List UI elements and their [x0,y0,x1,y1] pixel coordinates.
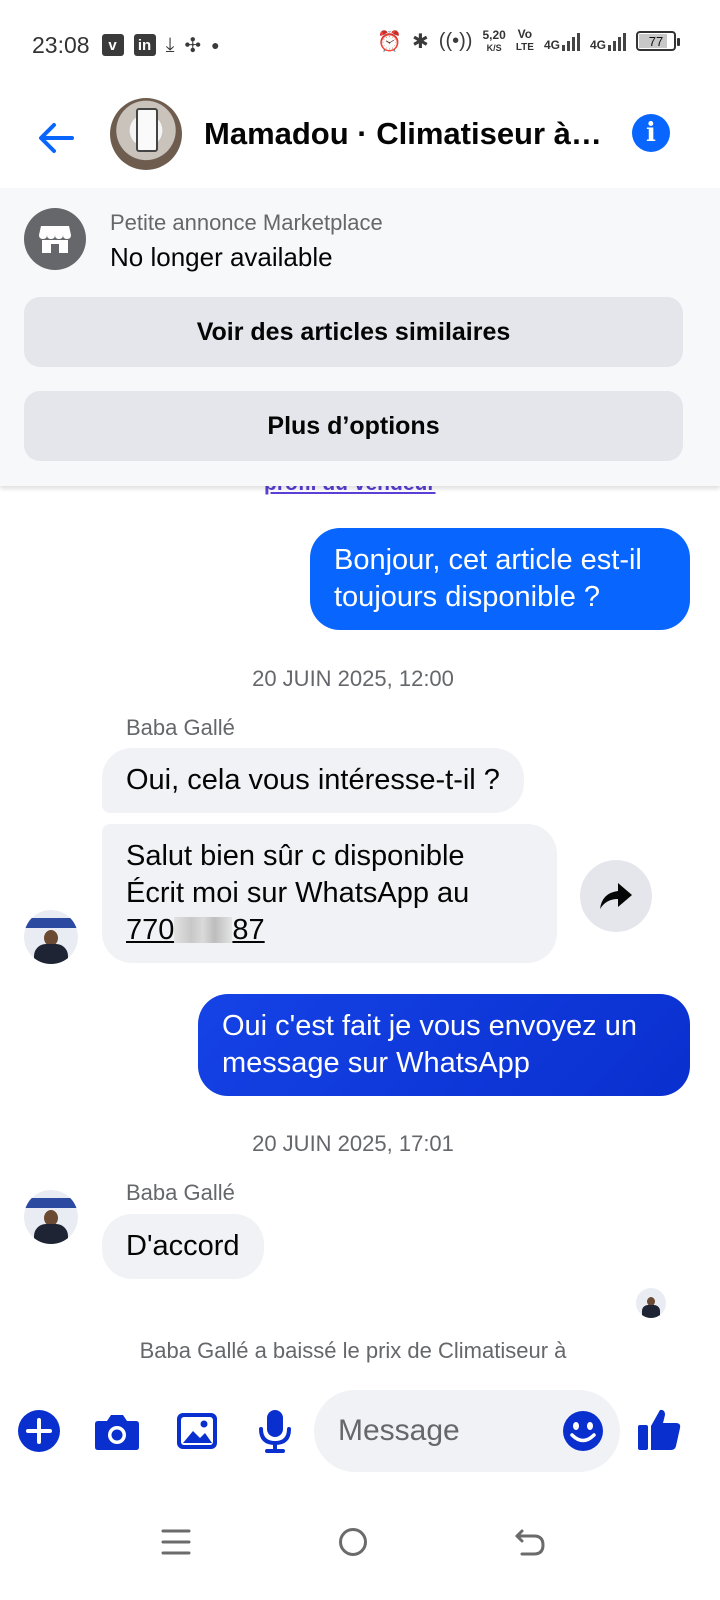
phone-start: 770 [126,914,175,946]
sender-avatar[interactable] [24,1190,78,1244]
phone-end: 87 [232,914,265,946]
sender-avatar[interactable] [24,910,78,964]
speed-indicator: 5,20 K/S [482,29,505,54]
plus-icon [18,1410,60,1452]
hotspot-icon: ((•)) [438,29,473,52]
signal-icon: 4G [590,31,626,51]
timestamp: 20 JUIN 2025, 12:00 [252,666,454,691]
conversation-title[interactable]: Mamadou · Climatiseur à e... [204,116,609,152]
arrow-left-icon [39,123,74,153]
conversation-header: Mamadou · Climatiseur à e... i [0,90,720,186]
speed-unit: K/S [486,42,502,53]
read-receipt-avatar [636,1288,666,1318]
speed-value: 5,20 [482,27,506,42]
system-nav-bar [0,1486,720,1600]
system-back-button[interactable] [500,1512,560,1572]
volte-top: Vo [517,27,533,41]
message-composer [0,1376,720,1486]
similar-items-button[interactable]: Voir des articles similaires [24,297,683,367]
thumbs-up-icon [638,1409,681,1450]
sender-name: Baba Gallé [126,1180,235,1205]
incoming-message[interactable]: Oui, cela vous intéresse-t-il ? [102,748,524,813]
system-icons: ⏰ ✱ ((•)) 5,20 K/S Vo LTE 4G 4G 77 [377,28,680,54]
timestamp: 20 JUIN 2025, 17:01 [252,1131,454,1156]
emoji-icon [563,1411,603,1451]
recent-apps-button[interactable] [146,1512,206,1572]
network-label: 4G [543,38,560,52]
info-button[interactable]: i [632,114,670,152]
message-text: Bonjour, cet article est-il toujours dis… [334,544,642,613]
battery-icon: 77 [636,31,680,51]
home-icon [339,1528,367,1556]
volte-icon: Vo LTE [516,28,534,54]
linkedin-icon: in [133,34,156,56]
info-icon: i [646,118,656,148]
incoming-message[interactable]: Salut bien sûr c disponible Écrit moi su… [102,824,557,963]
product-thumbnail [136,108,158,152]
vimeo-icon: v [101,34,124,56]
gallery-button[interactable] [174,1408,220,1454]
incoming-message[interactable]: D'accord [102,1214,264,1279]
notification-icons: v in ⤓ ✣ ● [101,33,220,58]
camera-icon [95,1415,139,1450]
camera-button[interactable] [94,1408,140,1454]
status-time: 23:08 [32,31,90,58]
back-icon [515,1529,545,1556]
microphone-icon [259,1410,291,1453]
seller-profile-link[interactable]: profil du vendeur [264,486,436,496]
system-message: Baba Gallé a baissé le prix de Climatise… [139,1338,567,1363]
more-options-button[interactable]: Plus d’options [24,391,683,461]
network-label: 4G [589,38,606,52]
message-thread[interactable]: profil du vendeur Bonjour, cet article e… [0,486,720,1376]
message-text: Oui c'est fait je vous envoyez un messag… [222,1010,637,1079]
message-line: Salut bien sûr c disponible [126,840,465,872]
image-icon [177,1413,217,1449]
emoji-button[interactable] [562,1410,604,1452]
product-avatar[interactable] [110,98,182,170]
phone-number-link[interactable]: 770 87 [126,912,533,949]
fan-icon: ✣ [184,34,202,57]
voice-button[interactable] [252,1408,298,1454]
message-text: D'accord [126,1230,240,1262]
bluetooth-icon: ✱ [412,30,429,53]
more-actions-button[interactable] [16,1408,62,1454]
listing-label: Petite annonce Marketplace [110,210,383,235]
outgoing-message[interactable]: Oui c'est fait je vous envoyez un messag… [198,994,690,1096]
share-arrow-icon [600,883,632,909]
forward-button[interactable] [580,860,652,932]
menu-icon [161,1529,191,1555]
download-icon: ⤓ [165,33,175,56]
volte-bottom: LTE [515,42,534,53]
marketplace-listing-panel: Petite annonce Marketplace No longer ava… [0,188,720,486]
like-button[interactable] [636,1406,684,1454]
home-button[interactable] [323,1512,383,1572]
redacted-digits [174,917,233,943]
message-line: Écrit moi sur WhatsApp au [126,877,470,909]
outgoing-message[interactable]: Bonjour, cet article est-il toujours dis… [310,528,690,630]
status-bar: 23:08 v in ⤓ ✣ ● ⏰ ✱ ((•)) 5,20 K/S Vo L… [0,0,720,90]
alarm-icon: ⏰ [377,30,403,53]
storefront-icon [24,208,86,270]
dot-icon: ● [211,37,220,53]
signal-icon: 4G [544,31,580,51]
sender-name: Baba Gallé [126,715,235,740]
message-text: Oui, cela vous intéresse-t-il ? [126,764,500,796]
battery-level: 77 [648,33,664,49]
listing-status: No longer available [110,242,333,272]
back-button[interactable] [34,116,78,160]
